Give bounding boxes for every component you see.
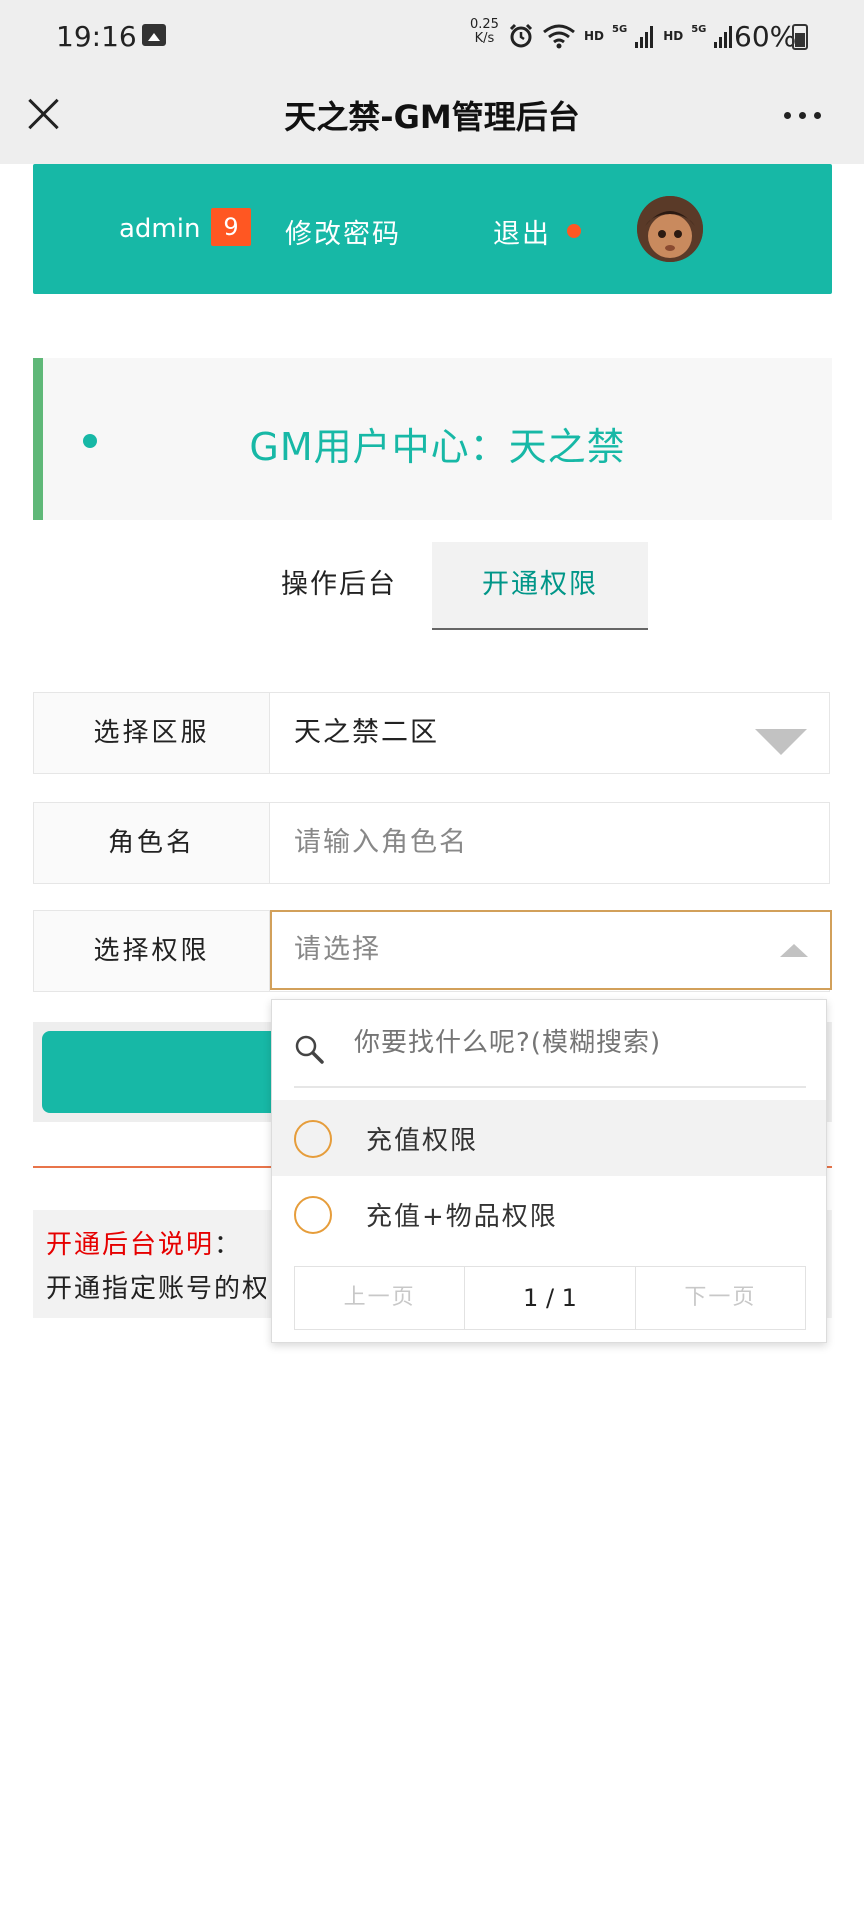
change-password-link[interactable]: 修改密码 (285, 212, 401, 251)
radio-icon[interactable] (294, 1196, 332, 1234)
prev-page-button[interactable]: 上一页 (295, 1267, 466, 1329)
status-time: 19:16 (56, 20, 137, 53)
logout-dot (567, 224, 581, 238)
more-icon[interactable] (784, 112, 821, 119)
dropdown-option-label: 充值权限 (366, 1126, 479, 1156)
page-title: 天之禁-GM管理后台 (284, 98, 580, 136)
network-speed: 0.25 K/s (470, 18, 499, 46)
next-page-button[interactable]: 下一页 (636, 1267, 805, 1329)
notice-colon: ： (214, 1230, 243, 1260)
avatar[interactable] (637, 196, 703, 262)
signal-icon-1 (635, 26, 654, 48)
hd-label-1: HD (584, 29, 605, 43)
dropdown-search (294, 1010, 806, 1088)
signal-icon-2 (714, 26, 733, 48)
gm-center-panel: GM用户中心：天之禁 (33, 358, 832, 520)
permission-dropdown: 充值权限 充值+物品权限 上一页 1 / 1 下一页 (271, 999, 827, 1343)
notice-title-text: 开通后台说明 (46, 1230, 215, 1260)
network-speed-value: 0.25 (470, 17, 499, 32)
dropdown-search-input[interactable] (354, 1028, 794, 1058)
username-link[interactable]: admin (119, 214, 200, 244)
title-bar: 天之禁-GM管理后台 (0, 72, 864, 164)
signal-label-2: 5G (691, 23, 707, 35)
dropdown-option[interactable]: 充值+物品权限 (272, 1176, 826, 1252)
signal-label-1: 5G (612, 23, 628, 35)
server-select-value[interactable]: 天之禁二区 (294, 693, 439, 773)
server-label: 选择区服 (34, 693, 270, 773)
permission-select[interactable]: 请选择 (270, 910, 832, 990)
notification-badge[interactable]: 9 (211, 208, 251, 246)
radio-icon[interactable] (294, 1120, 332, 1158)
hd-label-2: HD (663, 29, 684, 43)
tab-operations[interactable]: 操作后台 (244, 542, 434, 630)
battery-level: 60% (734, 20, 797, 53)
role-label: 角色名 (34, 803, 270, 883)
role-row: 角色名 请输入角色名 (33, 802, 830, 884)
gm-center-title: GM用户中心：天之禁 (249, 425, 626, 469)
gallery-icon (142, 24, 166, 46)
header-banner: admin 9 修改密码 退出 (33, 164, 832, 294)
status-icons: HD 5G HD 5G (508, 18, 734, 54)
wifi-icon (543, 24, 575, 49)
permission-label: 选择权限 (34, 911, 270, 991)
network-speed-unit: K/s (474, 31, 495, 46)
role-name-input[interactable]: 请输入角色名 (294, 803, 468, 883)
permission-row: 选择权限 请选择 (33, 910, 832, 992)
tab-permissions[interactable]: 开通权限 (432, 542, 648, 630)
search-icon (295, 1035, 324, 1064)
server-row: 选择区服 天之禁二区 (33, 692, 830, 774)
dropdown-option[interactable]: 充值权限 (272, 1100, 826, 1176)
status-bar: 19:16 0.25 K/s HD 5G HD 5G 60% (0, 0, 864, 72)
chevron-up-icon[interactable] (780, 944, 808, 957)
page-indicator: 1 / 1 (465, 1267, 636, 1329)
battery-icon (792, 24, 808, 50)
logout-link[interactable]: 退出 (493, 212, 551, 251)
notice-title: 开通后台说明： (46, 1224, 242, 1261)
notice-body: 开通指定账号的权限 (46, 1274, 266, 1304)
permission-placeholder: 请选择 (294, 934, 381, 965)
dropdown-option-label: 充值+物品权限 (366, 1202, 558, 1232)
alarm-icon (509, 23, 533, 48)
pagination: 上一页 1 / 1 下一页 (294, 1266, 806, 1330)
chevron-down-icon[interactable] (755, 729, 807, 755)
